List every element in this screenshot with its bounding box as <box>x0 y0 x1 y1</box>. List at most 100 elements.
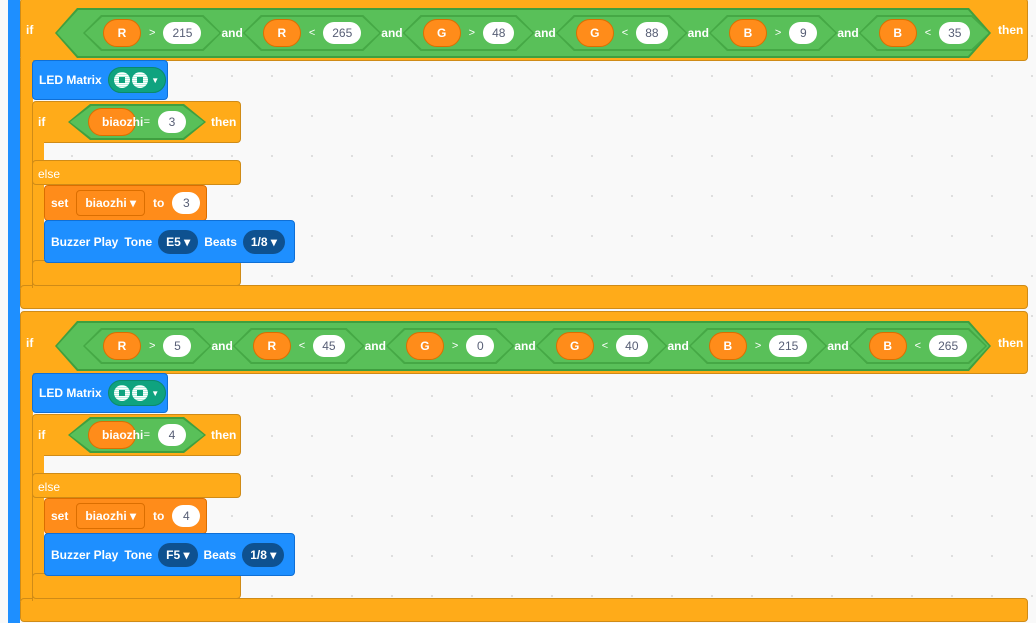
led-pattern-dropdown[interactable]: ▼ <box>107 67 166 93</box>
operator: > <box>149 27 156 39</box>
operator: = <box>143 429 150 441</box>
variable-biaozhi[interactable]: biaozhi <box>88 421 136 449</box>
value-input[interactable]: 3 <box>158 111 186 133</box>
and-label: and <box>827 339 849 353</box>
comparison-2[interactable]: G >48 <box>403 15 535 51</box>
value-input[interactable]: 45 <box>313 335 344 357</box>
else-bar <box>32 160 241 185</box>
led-face-icon <box>114 72 131 88</box>
value-input[interactable]: 48 <box>483 22 514 44</box>
and-label: and <box>667 339 689 353</box>
led-pattern-dropdown[interactable]: ▼ <box>107 380 166 406</box>
variable-biaozhi[interactable]: biaozhi <box>88 108 136 136</box>
chevron-down-icon: ▼ <box>151 388 160 398</box>
beats-dropdown[interactable]: 1/8 ▾ <box>242 542 285 567</box>
variable-dropdown[interactable]: biaozhi ▾ <box>76 503 146 529</box>
and-label: and <box>364 339 386 353</box>
comparison-inner: R <265 <box>245 17 379 49</box>
else-bar <box>32 473 241 498</box>
condition-equals[interactable]: biaozhi = 4 <box>68 417 206 453</box>
buzzer-play-block[interactable]: Buzzer Play Tone E5 ▾ Beats 1/8 ▾ <box>44 220 295 263</box>
comparison-1[interactable]: R <265 <box>243 15 381 51</box>
value-input[interactable]: 5 <box>163 335 191 357</box>
beats-dropdown[interactable]: 1/8 ▾ <box>242 229 285 254</box>
beats-label: Beats <box>204 234 237 249</box>
else-label: else <box>38 480 61 494</box>
value-input[interactable]: 0 <box>466 335 494 357</box>
variable-G[interactable]: G <box>406 332 444 360</box>
if-block[interactable]: if then R >5 and R <45 and G >0 and G <40 and B >215 and… <box>0 311 1036 623</box>
comparison-4[interactable]: B >9 <box>709 15 837 51</box>
inner-if-label: if <box>38 115 46 129</box>
value-input[interactable]: 88 <box>636 22 667 44</box>
variable-G[interactable]: G <box>576 19 614 47</box>
comparison-3[interactable]: G <40 <box>536 328 668 364</box>
variable-R[interactable]: R <box>253 332 291 360</box>
comparison-4[interactable]: B >215 <box>689 328 827 364</box>
tone-dropdown[interactable]: F5 ▾ <box>158 542 198 567</box>
inner-if-footer <box>32 260 241 286</box>
buzzer-play-block[interactable]: Buzzer Play Tone F5 ▾ Beats 1/8 ▾ <box>44 533 295 576</box>
comparison-inner: B >215 <box>691 330 825 362</box>
tone-dropdown[interactable]: E5 ▾ <box>158 229 199 254</box>
else-label: else <box>38 167 61 181</box>
comparison-0[interactable]: R >215 <box>83 15 221 51</box>
variable-B[interactable]: B <box>869 332 907 360</box>
set-label: set <box>51 196 69 210</box>
value-input[interactable]: 265 <box>929 335 967 357</box>
set-label: set <box>51 509 69 523</box>
operator: > <box>754 340 762 352</box>
comparison-1[interactable]: R <45 <box>233 328 365 364</box>
condition-and[interactable]: R >215 and R <265 and G >48 and G <88 and B >9 and B <35 <box>55 8 991 58</box>
variable-R[interactable]: R <box>263 19 301 47</box>
comparison-5[interactable]: B <265 <box>849 328 987 364</box>
comparison-0[interactable]: R >5 <box>83 328 211 364</box>
set-variable-block[interactable]: set biaozhi ▾ to 4 <box>44 498 207 534</box>
and-label: and <box>534 26 556 40</box>
variable-B[interactable]: B <box>879 19 917 47</box>
inner-if-label: if <box>38 428 46 442</box>
to-label: to <box>153 509 165 523</box>
variable-dropdown[interactable]: biaozhi ▾ <box>76 190 146 216</box>
comparison-inner: R >215 <box>85 17 219 49</box>
and-label: and <box>514 339 536 353</box>
operator: < <box>621 27 629 39</box>
operator: < <box>298 340 306 352</box>
value-input[interactable]: 3 <box>172 192 201 214</box>
led-face-icon <box>132 385 149 401</box>
comparison-5[interactable]: B <35 <box>859 15 991 51</box>
value-input[interactable]: 215 <box>769 335 807 357</box>
variable-G[interactable]: G <box>556 332 594 360</box>
comparison-2[interactable]: G >0 <box>386 328 514 364</box>
variable-G[interactable]: G <box>423 19 461 47</box>
led-matrix-block[interactable]: LED Matrix ▼ <box>32 373 168 413</box>
variable-R[interactable]: R <box>103 332 141 360</box>
led-matrix-block[interactable]: LED Matrix ▼ <box>32 60 168 100</box>
value-input[interactable]: 4 <box>158 424 186 446</box>
condition-equals[interactable]: biaozhi = 3 <box>68 104 206 140</box>
if-block[interactable]: if then R >215 and R <265 and G >48 and G <88 and B >9 a… <box>0 0 1036 310</box>
value-input[interactable]: 215 <box>163 22 201 44</box>
variable-R[interactable]: R <box>103 19 141 47</box>
value-input[interactable]: 40 <box>616 335 647 357</box>
set-variable-block[interactable]: set biaozhi ▾ to 3 <box>44 185 207 221</box>
if-label: if <box>26 23 34 37</box>
value-input[interactable]: 4 <box>172 505 201 527</box>
variable-B[interactable]: B <box>709 332 747 360</box>
condition-and[interactable]: R >5 and R <45 and G >0 and G <40 and B >215 and B <265 <box>55 321 991 371</box>
comparison-3[interactable]: G <88 <box>556 15 688 51</box>
if-footer <box>20 598 1028 622</box>
buzzer-label: Buzzer Play <box>51 234 119 249</box>
value-input[interactable]: 9 <box>789 22 817 44</box>
variable-B[interactable]: B <box>729 19 767 47</box>
value-input[interactable]: 35 <box>939 22 970 44</box>
operator: > <box>149 340 156 352</box>
led-matrix-label: LED Matrix <box>39 73 102 87</box>
comparison-inner: B <35 <box>861 17 989 49</box>
comparison-inner: R >5 <box>85 330 209 362</box>
and-label: and <box>687 26 709 40</box>
comparison-inner: R <45 <box>235 330 363 362</box>
operator: > <box>468 27 476 39</box>
comparison-inner: B <265 <box>851 330 985 362</box>
value-input[interactable]: 265 <box>323 22 361 44</box>
